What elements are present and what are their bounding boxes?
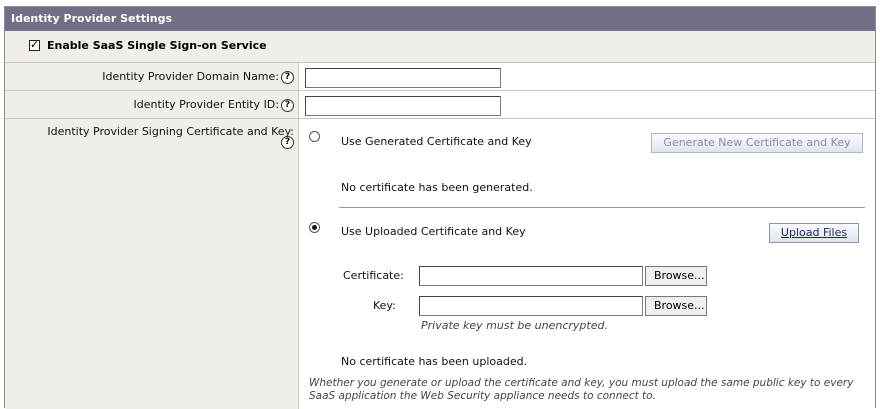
upload-files-button[interactable]: Upload Files	[769, 223, 859, 243]
use-uploaded-radio[interactable]	[309, 222, 320, 233]
entity-id-label-cell: Identity Provider Entity ID:?	[5, 91, 299, 119]
key-note: Private key must be unencrypted.	[421, 319, 608, 332]
domain-name-input[interactable]	[305, 68, 501, 88]
generated-status: No certificate has been generated.	[341, 181, 533, 194]
certificate-label: Certificate:	[343, 269, 404, 282]
signing-value-cell: Use Generated Certificate and Key Genera…	[299, 119, 875, 409]
help-icon[interactable]: ?	[281, 70, 294, 84]
key-file-input[interactable]	[419, 296, 643, 316]
certificate-browse-button[interactable]: Browse...	[645, 266, 707, 286]
domain-name-label-cell: Identity Provider Domain Name:?	[5, 63, 299, 91]
panel-title: Identity Provider Settings	[5, 7, 875, 31]
enable-sso-label[interactable]: Enable SaaS Single Sign-on Service	[47, 39, 267, 52]
enable-sso-checkbox[interactable]: ✓	[29, 38, 40, 51]
domain-name-label: Identity Provider Domain Name:	[102, 70, 279, 83]
checkmark-icon: ✓	[30, 38, 40, 51]
signing-label: Identity Provider Signing Certificate an…	[47, 125, 294, 138]
footer-note: Whether you generate or upload the certi…	[309, 377, 854, 402]
generate-certificate-button[interactable]: Generate New Certificate and Key	[651, 133, 863, 153]
key-label: Key:	[373, 299, 396, 312]
entity-id-label: Identity Provider Entity ID:	[133, 98, 279, 111]
help-icon[interactable]: ?	[281, 98, 294, 112]
enable-sso-row: ✓ Enable SaaS Single Sign-on Service	[5, 31, 875, 63]
use-uploaded-label[interactable]: Use Uploaded Certificate and Key	[341, 225, 526, 238]
key-browse-button[interactable]: Browse...	[645, 296, 707, 316]
uploaded-status: No certificate has been uploaded.	[341, 355, 528, 368]
idp-settings-panel: Identity Provider Settings ✓ Enable SaaS…	[4, 6, 876, 409]
help-icon[interactable]: ?	[281, 135, 294, 149]
use-generated-radio[interactable]	[309, 131, 320, 142]
domain-name-value-cell	[299, 63, 875, 91]
entity-id-value-cell	[299, 91, 875, 119]
signing-label-cell: Identity Provider Signing Certificate an…	[5, 119, 299, 409]
section-divider	[339, 207, 865, 208]
certificate-file-input[interactable]	[419, 266, 643, 286]
entity-id-input[interactable]	[305, 96, 501, 116]
use-generated-label[interactable]: Use Generated Certificate and Key	[341, 135, 532, 148]
